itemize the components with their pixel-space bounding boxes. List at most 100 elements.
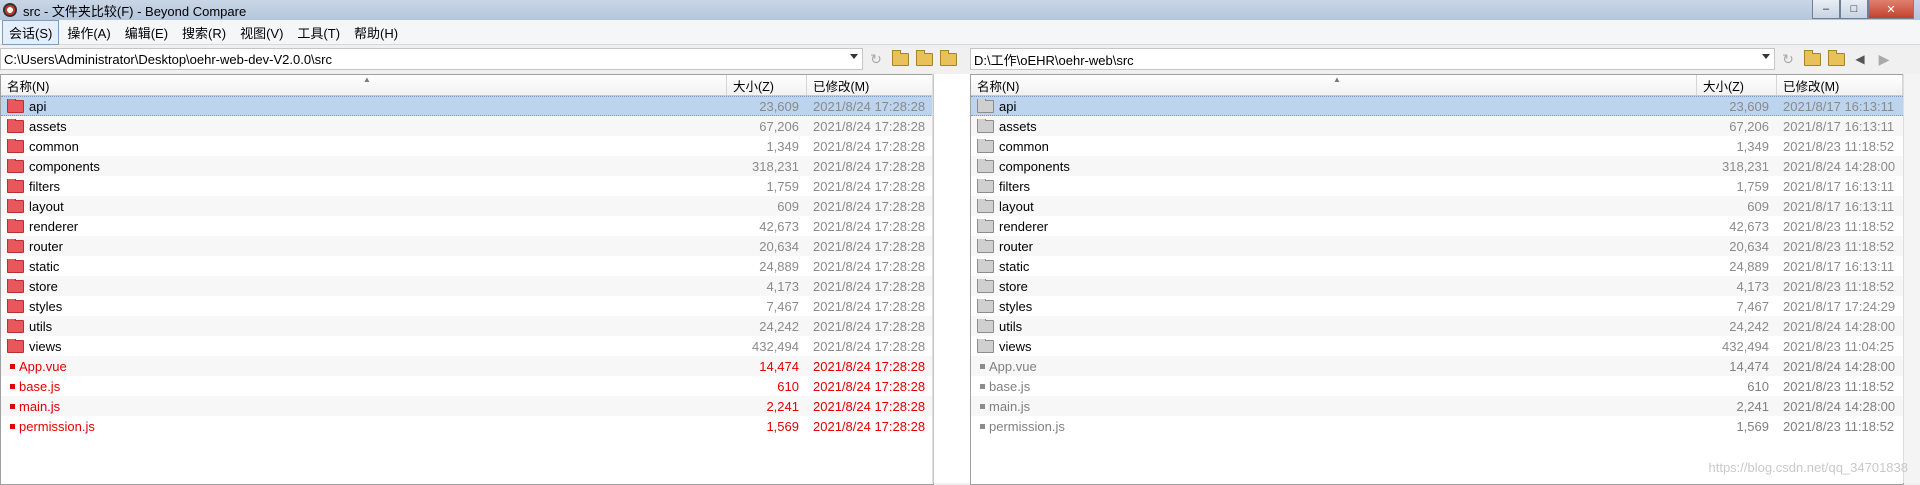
file-name-text: filters xyxy=(999,178,1031,194)
table-row[interactable]: views 432,494 2021/8/24 17:28:28 xyxy=(1,336,933,356)
maximize-icon[interactable]: □ xyxy=(1840,0,1868,19)
file-modified-cell: 2021/8/24 14:28:00 xyxy=(1783,158,1896,174)
right-path-dropdown-icon[interactable] xyxy=(1762,54,1770,59)
table-row[interactable]: views 432,494 2021/8/23 11:04:25 xyxy=(971,336,1903,356)
left-sync-arrows-icon[interactable]: ↻ xyxy=(865,49,887,69)
table-row[interactable]: assets 67,206 2021/8/17 16:13:11 xyxy=(971,116,1903,136)
left-header-size[interactable]: 大小(Z) xyxy=(727,75,807,95)
table-row[interactable]: store 4,173 2021/8/23 11:18:52 xyxy=(971,276,1903,296)
file-icon xyxy=(980,403,985,409)
table-row[interactable]: styles 7,467 2021/8/17 17:24:29 xyxy=(971,296,1903,316)
file-name-text: App.vue xyxy=(19,358,67,374)
file-name-cell: styles xyxy=(971,298,1697,314)
table-row[interactable]: static 24,889 2021/8/17 16:13:11 xyxy=(971,256,1903,276)
file-modified-cell: 2021/8/24 17:28:28 xyxy=(813,98,926,114)
table-row[interactable]: common 1,349 2021/8/23 11:18:52 xyxy=(971,136,1903,156)
folder-icon xyxy=(7,178,24,193)
menu-tools[interactable]: 工具(T) xyxy=(291,21,346,44)
file-name-cell: store xyxy=(971,278,1697,294)
right-header-modified[interactable]: 已修改(M) xyxy=(1777,75,1903,95)
table-row[interactable]: App.vue 14,474 2021/8/24 17:28:28 xyxy=(1,356,933,376)
folder-icon xyxy=(7,138,24,153)
left-browse-folder-icon[interactable] xyxy=(889,49,911,69)
file-name-cell: utils xyxy=(1,318,727,334)
file-size-cell: 7,467 xyxy=(766,298,799,314)
folder-icon xyxy=(7,298,24,313)
menu-search[interactable]: 搜索(R) xyxy=(176,21,232,44)
table-row[interactable]: layout 609 2021/8/24 17:28:28 xyxy=(1,196,933,216)
table-row[interactable]: common 1,349 2021/8/24 17:28:28 xyxy=(1,136,933,156)
file-name-text: styles xyxy=(29,298,63,314)
folder-icon xyxy=(977,98,994,113)
center-divider xyxy=(933,74,970,483)
file-name-text: utils xyxy=(999,318,1023,334)
table-row[interactable]: permission.js 1,569 2021/8/23 11:18:52 xyxy=(971,416,1903,436)
right-up-folder-icon[interactable] xyxy=(1825,49,1847,69)
left-up-folder-icon[interactable] xyxy=(913,49,935,69)
right-path-bar: D:\工作\oEHR\oehr-web\src ↻ ◀ ▶ xyxy=(970,46,1920,72)
file-name-text: base.js xyxy=(989,378,1031,394)
table-row[interactable]: static 24,889 2021/8/24 17:28:28 xyxy=(1,256,933,276)
file-size-cell: 24,889 xyxy=(759,258,799,274)
file-name-cell: views xyxy=(971,338,1697,354)
file-icon xyxy=(980,383,985,389)
table-row[interactable]: utils 24,242 2021/8/24 17:28:28 xyxy=(1,316,933,336)
file-size-cell: 67,206 xyxy=(1729,118,1769,134)
table-row[interactable]: router 20,634 2021/8/23 11:18:52 xyxy=(971,236,1903,256)
left-path-input[interactable]: C:\Users\Administrator\Desktop\oehr-web-… xyxy=(0,48,863,70)
table-row[interactable]: api 23,609 2021/8/17 16:13:11 xyxy=(971,96,1903,116)
file-modified-cell: 2021/8/23 11:18:52 xyxy=(1783,378,1895,394)
file-name-cell: api xyxy=(971,98,1697,114)
forward-arrow-icon[interactable]: ▶ xyxy=(1873,49,1895,69)
back-arrow-icon[interactable]: ◀ xyxy=(1849,49,1871,69)
close-icon[interactable]: ✕ xyxy=(1868,0,1914,19)
file-modified-cell: 2021/8/24 17:28:28 xyxy=(813,138,926,154)
table-row[interactable]: assets 67,206 2021/8/24 17:28:28 xyxy=(1,116,933,136)
table-row[interactable]: layout 609 2021/8/17 16:13:11 xyxy=(971,196,1903,216)
right-path-input[interactable]: D:\工作\oEHR\oehr-web\src xyxy=(970,48,1775,70)
file-size-cell: 42,673 xyxy=(1729,218,1769,234)
file-modified-cell: 2021/8/24 17:28:28 xyxy=(813,378,926,394)
file-name-text: views xyxy=(29,338,62,354)
file-modified-cell: 2021/8/24 17:28:28 xyxy=(813,318,926,334)
left-header-modified[interactable]: 已修改(M) xyxy=(807,75,933,95)
table-row[interactable]: main.js 2,241 2021/8/24 17:28:28 xyxy=(1,396,933,416)
menu-edit[interactable]: 编辑(E) xyxy=(119,21,174,44)
table-row[interactable]: utils 24,242 2021/8/24 14:28:00 xyxy=(971,316,1903,336)
menu-help[interactable]: 帮助(H) xyxy=(348,21,404,44)
menu-view[interactable]: 视图(V) xyxy=(234,21,289,44)
table-row[interactable]: base.js 610 2021/8/23 11:18:52 xyxy=(971,376,1903,396)
table-row[interactable]: styles 7,467 2021/8/24 17:28:28 xyxy=(1,296,933,316)
window-controls: – □ ✕ xyxy=(1812,0,1914,19)
file-modified-cell: 2021/8/23 11:18:52 xyxy=(1783,138,1895,154)
left-path-dropdown-icon[interactable] xyxy=(850,54,858,59)
right-header-size[interactable]: 大小(Z) xyxy=(1697,75,1777,95)
right-sync-arrows-icon[interactable]: ↻ xyxy=(1777,49,1799,69)
file-name-text: renderer xyxy=(999,218,1049,234)
menu-actions[interactable]: 操作(A) xyxy=(61,21,116,44)
table-row[interactable]: components 318,231 2021/8/24 14:28:00 xyxy=(971,156,1903,176)
table-row[interactable]: permission.js 1,569 2021/8/24 17:28:28 xyxy=(1,416,933,436)
table-row[interactable]: App.vue 14,474 2021/8/24 14:28:00 xyxy=(971,356,1903,376)
table-row[interactable]: renderer 42,673 2021/8/24 17:28:28 xyxy=(1,216,933,236)
file-modified-cell: 2021/8/23 11:04:25 xyxy=(1783,338,1895,354)
minimize-icon[interactable]: – xyxy=(1812,0,1840,19)
table-row[interactable]: filters 1,759 2021/8/24 17:28:28 xyxy=(1,176,933,196)
file-name-cell: renderer xyxy=(1,218,727,234)
file-name-text: store xyxy=(999,278,1028,294)
table-row[interactable]: router 20,634 2021/8/24 17:28:28 xyxy=(1,236,933,256)
right-browse-folder-icon[interactable] xyxy=(1801,49,1823,69)
table-row[interactable]: renderer 42,673 2021/8/23 11:18:52 xyxy=(971,216,1903,236)
file-name-text: permission.js xyxy=(989,418,1065,434)
table-row[interactable]: components 318,231 2021/8/24 17:28:28 xyxy=(1,156,933,176)
table-row[interactable]: api 23,609 2021/8/24 17:28:28 xyxy=(1,96,933,116)
folder-icon xyxy=(977,338,994,353)
table-row[interactable]: base.js 610 2021/8/24 17:28:28 xyxy=(1,376,933,396)
right-vertical-scrollbar[interactable] xyxy=(1903,74,1920,483)
table-row[interactable]: store 4,173 2021/8/24 17:28:28 xyxy=(1,276,933,296)
menu-session[interactable]: 会话(S) xyxy=(2,19,60,45)
left-swap-folder-icon[interactable] xyxy=(937,49,959,69)
left-file-pane: ▲ 名称(N) 大小(Z) 已修改(M) api 23,609 2021/8/24 … xyxy=(0,74,934,485)
table-row[interactable]: filters 1,759 2021/8/17 16:13:11 xyxy=(971,176,1903,196)
table-row[interactable]: main.js 2,241 2021/8/24 14:28:00 xyxy=(971,396,1903,416)
